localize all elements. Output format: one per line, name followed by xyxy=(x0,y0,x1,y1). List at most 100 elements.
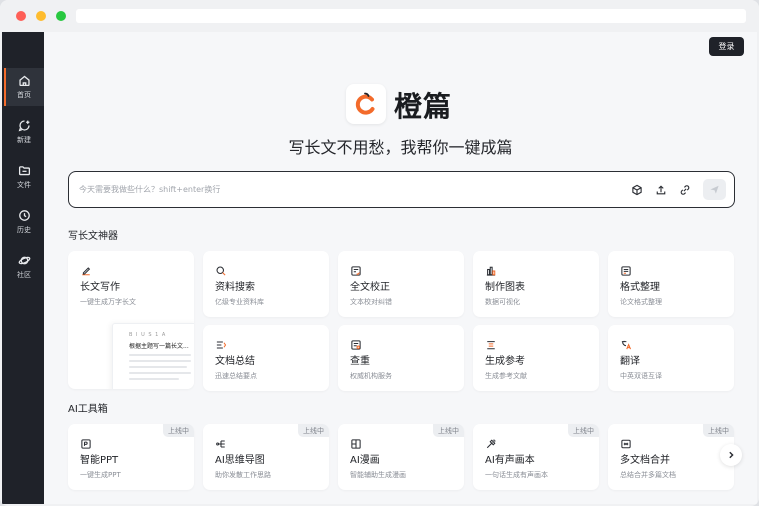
sidebar-item-label: 文件 xyxy=(17,181,31,189)
card-desc: 权威机构服务 xyxy=(350,372,392,380)
comic-icon xyxy=(350,435,362,449)
feature-card-duplicate-check[interactable]: 查重 权威机构服务 xyxy=(338,325,464,391)
folder-icon xyxy=(18,166,30,176)
card-title: 资料搜索 xyxy=(215,282,255,293)
pen-icon xyxy=(80,262,92,276)
card-desc: 论文格式整理 xyxy=(620,298,662,306)
feature-card-format[interactable]: 格式整理 论文格式整理 xyxy=(608,251,734,317)
card-title: AI思维导图 xyxy=(215,455,265,466)
planet-icon xyxy=(18,256,30,265)
sidebar-item-new[interactable]: 新建 xyxy=(4,113,44,151)
card-title: 查重 xyxy=(350,356,370,367)
login-button[interactable]: 登录 xyxy=(709,37,744,56)
card-title: 生成参考 xyxy=(485,356,525,367)
translate-icon xyxy=(620,336,632,350)
merge-icon xyxy=(620,435,632,449)
app-window: 首页 新建 文件 历史 社区 登录 橙篇 写长文不用愁，我帮你一键成篇 今天需要… xyxy=(0,0,759,506)
slogan: 写长文不用愁，我帮你一键成篇 xyxy=(288,138,513,157)
card-desc: 生成参考文献 xyxy=(485,372,527,380)
card-desc: 亿级专业资料库 xyxy=(215,298,264,306)
chevron-right-icon xyxy=(729,451,734,459)
link-icon[interactable] xyxy=(678,183,691,196)
search-icon xyxy=(215,262,227,276)
feature-card-proofread[interactable]: 全文校正 文本校对纠错 xyxy=(338,251,464,317)
maximize-window-button[interactable] xyxy=(56,11,66,21)
status-badge: 上线中 xyxy=(163,424,194,437)
title-bar xyxy=(0,0,759,32)
card-title: AI漫画 xyxy=(350,455,380,466)
sidebar-item-label: 社区 xyxy=(17,271,31,279)
card-title: 全文校正 xyxy=(350,282,390,293)
home-icon xyxy=(18,75,30,87)
address-bar[interactable] xyxy=(76,9,746,23)
status-badge: 上线中 xyxy=(568,424,599,437)
send-button[interactable] xyxy=(703,179,726,200)
card-desc: 迅速总结要点 xyxy=(215,372,257,380)
search-input[interactable] xyxy=(79,181,499,197)
section-title-ai-tools: AI工具箱 xyxy=(68,404,108,415)
card-desc: 一键生成PPT xyxy=(80,471,121,479)
card-title: AI有声画本 xyxy=(485,455,535,466)
card-desc: 助你发散工作思路 xyxy=(215,471,271,479)
sidebar-item-label: 历史 xyxy=(17,226,31,234)
tool-card-merge[interactable]: 上线中 多文档合并 总结合并多篇文档 xyxy=(608,424,734,490)
sidebar-item-history[interactable]: 历史 xyxy=(4,203,44,241)
brand-logo xyxy=(346,84,386,124)
brand-name: 橙篇 xyxy=(394,90,453,123)
minimize-window-button[interactable] xyxy=(36,11,46,21)
feature-card-summary[interactable]: 文档总结 迅速总结要点 xyxy=(203,325,329,391)
sidebar-item-home[interactable]: 首页 xyxy=(4,68,44,106)
card-title: 长文写作 xyxy=(80,282,120,293)
feature-card-longform-writing[interactable]: 长文写作 一键生成万字长文 B I U S 1 A 根据主题写一篇长文... xyxy=(68,251,194,389)
document-preview: B I U S 1 A 根据主题写一篇长文... xyxy=(112,323,194,389)
audiobook-icon xyxy=(485,435,497,449)
feature-card-search[interactable]: 资料搜索 亿级专业资料库 xyxy=(203,251,329,317)
close-window-button[interactable] xyxy=(16,11,26,21)
cube-icon[interactable] xyxy=(630,183,643,196)
status-badge: 上线中 xyxy=(703,424,734,437)
feature-card-chart[interactable]: 制作图表 数据可视化 xyxy=(473,251,599,317)
orange-logo-icon xyxy=(355,92,375,115)
status-badge: 上线中 xyxy=(298,424,329,437)
card-desc: 一键生成万字长文 xyxy=(80,298,136,306)
status-badge: 上线中 xyxy=(433,424,464,437)
format-icon xyxy=(620,262,632,276)
card-title: 制作图表 xyxy=(485,282,525,293)
tool-card-mindmap[interactable]: 上线中 AI思维导图 助你发散工作思路 xyxy=(203,424,329,490)
chart-icon xyxy=(485,262,497,276)
tool-card-comic[interactable]: 上线中 AI漫画 智能辅助生成漫画 xyxy=(338,424,464,490)
duplicate-check-icon xyxy=(350,336,362,350)
ppt-icon xyxy=(80,435,92,449)
card-desc: 文本校对纠错 xyxy=(350,298,392,306)
sidebar-item-label: 新建 xyxy=(17,136,31,144)
section-title-longform: 写长文神器 xyxy=(68,231,118,242)
card-title: 文档总结 xyxy=(215,356,255,367)
feature-card-reference[interactable]: 生成参考 生成参考文献 xyxy=(473,325,599,391)
preview-title: 根据主题写一篇长文... xyxy=(129,343,189,350)
send-icon xyxy=(710,185,719,194)
summary-icon xyxy=(215,336,227,349)
tool-card-smart-ppt[interactable]: 上线中 智能PPT 一键生成PPT xyxy=(68,424,194,490)
card-title: 格式整理 xyxy=(620,282,660,293)
card-title: 智能PPT xyxy=(80,455,119,466)
new-chat-icon xyxy=(18,120,30,132)
card-desc: 总结合并多篇文档 xyxy=(620,471,676,479)
feature-card-translate[interactable]: 翻译 中英双语互译 xyxy=(608,325,734,391)
upload-icon[interactable] xyxy=(654,183,667,196)
card-title: 翻译 xyxy=(620,356,640,367)
tool-card-audiobook[interactable]: 上线中 AI有声画本 一句话生成有声画本 xyxy=(473,424,599,490)
card-desc: 中英双语互译 xyxy=(620,372,662,380)
search-box xyxy=(68,171,735,208)
card-desc: 智能辅助生成漫画 xyxy=(350,471,406,479)
preview-toolbar: B I U S 1 A xyxy=(129,332,167,338)
mindmap-icon xyxy=(215,435,227,448)
proofread-icon xyxy=(350,262,362,276)
card-title: 多文档合并 xyxy=(620,455,670,466)
sidebar-item-label: 首页 xyxy=(17,91,31,99)
sidebar-item-community[interactable]: 社区 xyxy=(4,248,44,286)
main-content: 登录 橙篇 写长文不用愁，我帮你一键成篇 写长文神器 xyxy=(44,32,757,504)
carousel-next-button[interactable] xyxy=(720,444,742,466)
sidebar-item-files[interactable]: 文件 xyxy=(4,158,44,196)
clock-icon xyxy=(18,210,30,221)
card-desc: 一句话生成有声画本 xyxy=(485,471,548,479)
